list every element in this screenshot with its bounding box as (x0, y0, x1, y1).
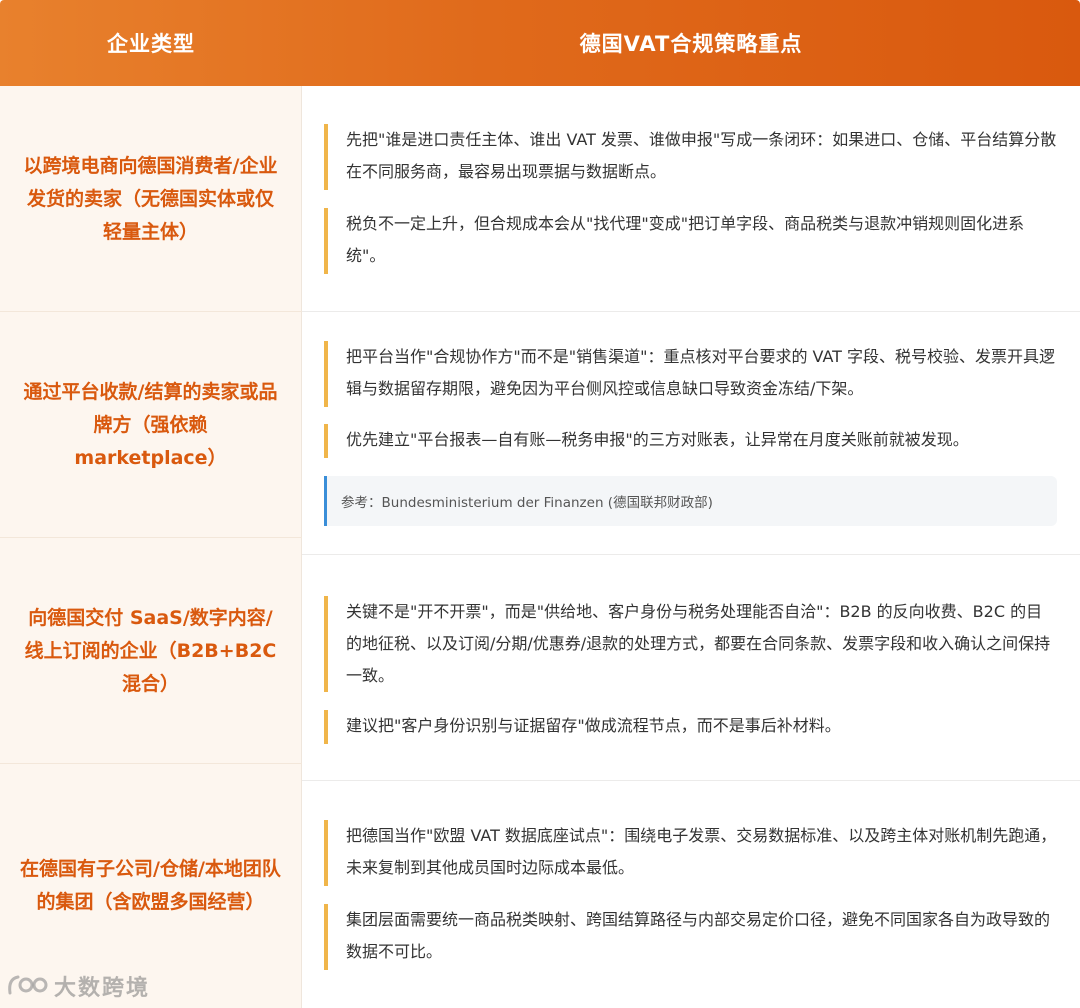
watermark-text: 大数跨境 (54, 976, 151, 1001)
table-row: 以跨境电商向德国消费者/企业发货的卖家（无德国实体或仅轻量主体） (0, 86, 1080, 312)
strategy-point: 关键不是"开不开票"，而是"供给地、客户身份与税务处理能否自洽"：B2B 的反向… (324, 596, 1058, 692)
strategy-point: 建议把"客户身份识别与证据留存"做成流程节点，而不是事后补材料。 (324, 710, 1058, 744)
strategy-point: 税负不一定上升，但合规成本会从"找代理"变成"把订单字段、商品税类与退款冲销规则… (324, 208, 1058, 274)
strategy-table: 企业类型 德国VAT合规策略重点 (0, 0, 1080, 86)
enterprise-type-label: 在德国有子公司/仓储/本地团队的集团（含欧盟多国经营） (20, 858, 281, 913)
enterprise-type-label: 向德国交付 SaaS/数字内容/线上订阅的企业（B2B+B2C混合） (24, 606, 277, 695)
strategy-cell (302, 764, 1080, 1008)
logo-icon (8, 975, 48, 995)
header-enterprise-type: 企业类型 (107, 32, 195, 56)
strategy-cell (302, 86, 1080, 312)
enterprise-type-label: 以跨境电商向德国消费者/企业发货的卖家（无德国实体或仅轻量主体） (23, 154, 278, 243)
strategy-point: 集团层面需要统一商品税类映射、跨国结算路径与内部交易定价口径，避免不同国家各自为… (324, 904, 1058, 970)
header-vat-strategy: 德国VAT合规策略重点 (579, 32, 803, 56)
watermark: 大数跨境 (6, 970, 150, 1002)
row-divider (0, 537, 302, 538)
strategy-point: 先把"谁是进口责任主体、谁出 VAT 发票、谁做申报"写成一条闭环：如果进口、仓… (324, 124, 1058, 190)
enterprise-type-label: 通过平台收款/结算的卖家或品牌方（强依赖 marketplace） (23, 380, 278, 469)
type-cell: 通过平台收款/结算的卖家或品牌方（强依赖 marketplace） (0, 312, 302, 538)
type-cell: 以跨境电商向德国消费者/企业发货的卖家（无德国实体或仅轻量主体） (0, 86, 302, 312)
table-row: 在德国有子公司/仓储/本地团队的集团（含欧盟多国经营） (0, 764, 1080, 1008)
row-divider (0, 763, 302, 764)
type-cell: 向德国交付 SaaS/数字内容/线上订阅的企业（B2B+B2C混合） (0, 538, 302, 764)
reference-note: 参考：Bundesministerium der Finanzen (德国联邦财… (324, 476, 1057, 526)
table-header: 企业类型 德国VAT合规策略重点 (0, 0, 1080, 86)
row-divider (0, 311, 302, 312)
strategy-point: 优先建立"平台报表—自有账—税务申报"的三方对账表，让异常在月度关账前就被发现。 (324, 424, 1058, 458)
strategy-point: 把德国当作"欧盟 VAT 数据底座试点"：围绕电子发票、交易数据标准、以及跨主体… (324, 820, 1058, 886)
strategy-point: 把平台当作"合规协作方"而不是"销售渠道"：重点核对平台要求的 VAT 字段、税… (324, 341, 1058, 407)
